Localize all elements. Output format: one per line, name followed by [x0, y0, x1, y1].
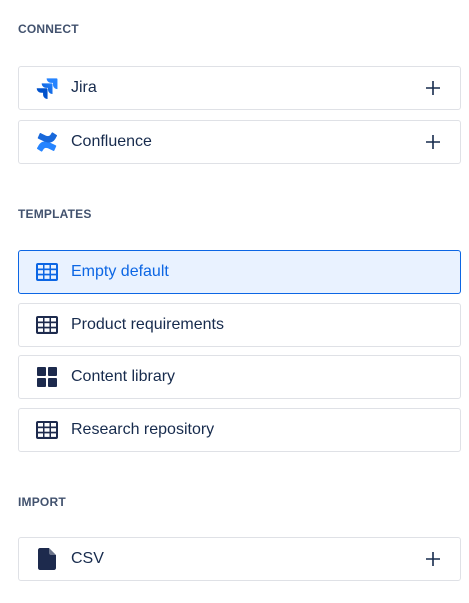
- section-title-connect: CONNECT: [18, 22, 79, 36]
- section-title-templates: TEMPLATES: [18, 207, 92, 221]
- table-icon: [35, 260, 59, 284]
- template-item-empty-default[interactable]: Empty default: [18, 250, 461, 294]
- connect-item-label: Confluence: [71, 133, 152, 150]
- file-icon: [35, 547, 59, 571]
- connect-item-label: Jira: [71, 79, 97, 96]
- template-item-label: Empty default: [71, 263, 169, 280]
- plus-icon[interactable]: [426, 81, 440, 95]
- template-item-label: Product requirements: [71, 316, 224, 333]
- jira-logo-icon: [35, 76, 59, 100]
- template-item-research-repository[interactable]: Research repository: [18, 408, 461, 452]
- import-item-label: CSV: [71, 550, 104, 567]
- import-item-csv[interactable]: CSV: [18, 537, 461, 581]
- connect-item-jira[interactable]: Jira: [18, 66, 461, 110]
- table-icon: [35, 313, 59, 337]
- plus-icon[interactable]: [426, 135, 440, 149]
- plus-icon[interactable]: [426, 552, 440, 566]
- template-item-product-requirements[interactable]: Product requirements: [18, 303, 461, 347]
- section-title-import: IMPORT: [18, 495, 66, 509]
- grid-icon: [35, 365, 59, 389]
- template-item-label: Content library: [71, 368, 176, 385]
- confluence-logo-icon: [35, 130, 59, 154]
- connect-item-confluence[interactable]: Confluence: [18, 120, 461, 164]
- table-icon: [35, 418, 59, 442]
- template-item-content-library[interactable]: Content library: [18, 355, 461, 399]
- template-item-label: Research repository: [71, 421, 215, 438]
